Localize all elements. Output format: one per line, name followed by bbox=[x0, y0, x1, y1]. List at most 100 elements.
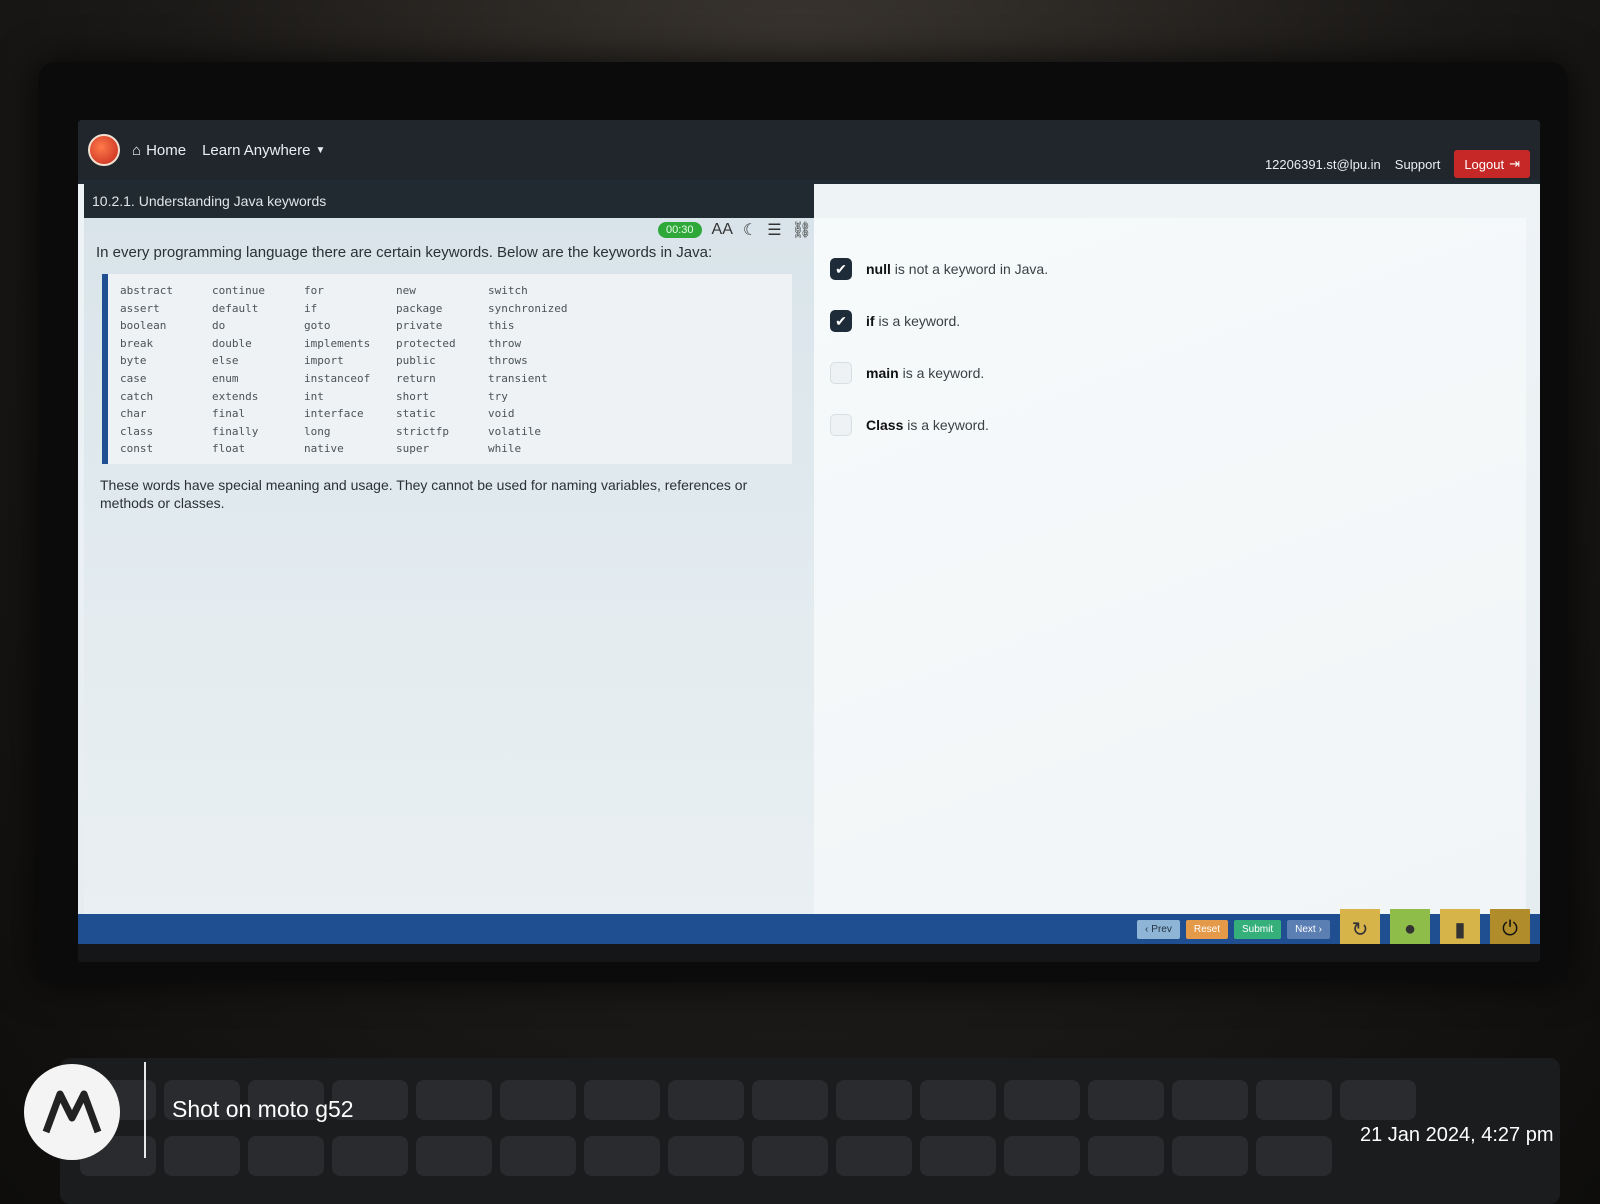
java-keyword: goto bbox=[304, 319, 331, 333]
java-keyword: continue bbox=[212, 284, 265, 297]
lesson-toolbar: 00:30 AA ☾ ☰ ⛓ bbox=[658, 220, 812, 240]
checkbox-unchecked-icon[interactable] bbox=[830, 362, 852, 384]
status-icon[interactable]: ● bbox=[1390, 909, 1430, 949]
java-keyword: this bbox=[488, 319, 515, 333]
keyboard-key bbox=[668, 1136, 744, 1176]
timer-badge: 00:30 bbox=[658, 222, 702, 238]
lpu-logo bbox=[88, 134, 120, 166]
java-keyword: enum bbox=[212, 371, 239, 385]
user-email-dropdown[interactable]: 12206391.st@lpu.in bbox=[1265, 157, 1381, 172]
java-keyword: break bbox=[120, 336, 154, 350]
java-keyword: finally bbox=[212, 424, 259, 438]
java-keyword: synchronized bbox=[488, 301, 568, 315]
indicator-icon[interactable]: ▮ bbox=[1440, 909, 1480, 949]
lesson-page: In every programming language there are … bbox=[78, 150, 1540, 914]
lesson-intro: In every programming language there are … bbox=[96, 244, 713, 261]
dark-mode-moon-icon[interactable]: ☾ bbox=[743, 220, 757, 240]
java-keyword: do bbox=[212, 319, 226, 333]
link-icon[interactable]: ⛓ bbox=[792, 220, 812, 240]
java-keyword: class bbox=[120, 424, 154, 438]
java-keyword: catch bbox=[120, 389, 154, 403]
java-keyword: for bbox=[304, 284, 324, 297]
refresh-icon[interactable]: ↻ bbox=[1340, 909, 1380, 949]
learn-anywhere-dropdown[interactable]: Learn Anywhere ▼ bbox=[202, 142, 325, 159]
keyboard-key bbox=[1256, 1080, 1332, 1120]
checkbox-unchecked-icon[interactable] bbox=[830, 414, 852, 436]
java-keyword: return bbox=[396, 371, 436, 385]
java-keyword: boolean bbox=[120, 319, 167, 333]
font-size-icon[interactable]: AA bbox=[712, 221, 733, 239]
java-keyword: static bbox=[396, 407, 436, 421]
learn-anywhere-label: Learn Anywhere bbox=[202, 141, 311, 159]
keyboard-key bbox=[752, 1080, 828, 1120]
home-icon: ⌂ bbox=[132, 141, 142, 159]
java-keyword: native bbox=[304, 442, 344, 456]
checkbox-checked-icon[interactable]: ✔ bbox=[830, 310, 852, 332]
keyword-column: switch synchronized this throw throws transie… bbox=[488, 282, 570, 464]
java-keyword: else bbox=[212, 354, 239, 368]
lesson-title: 10.2.1. Understanding Java keywords bbox=[92, 193, 327, 209]
option-main[interactable]: main is a keyword. bbox=[830, 362, 984, 384]
option-null[interactable]: ✔ null is not a keyword in Java. bbox=[830, 258, 1048, 280]
watermark-divider bbox=[144, 1062, 146, 1158]
java-keyword: new bbox=[396, 284, 416, 297]
keywords-code-block: abstract assert boolean break byte case catch c… bbox=[102, 274, 792, 464]
keyword-column: continue default do double else enum extends fi… bbox=[212, 282, 294, 464]
java-keyword: volatile bbox=[488, 424, 541, 438]
keyboard-key bbox=[416, 1080, 492, 1120]
keyboard-key bbox=[584, 1136, 660, 1176]
shot-on-label: Shot on moto g52 bbox=[172, 1096, 354, 1122]
keyboard-key bbox=[836, 1080, 912, 1120]
option-if[interactable]: ✔ if is a keyword. bbox=[830, 310, 960, 332]
keyboard-key bbox=[1004, 1080, 1080, 1120]
home-link[interactable]: ⌂ Home bbox=[132, 142, 186, 159]
java-keyword: private bbox=[396, 319, 443, 333]
keyword-column: for if goto implements import instanceof int in… bbox=[304, 282, 386, 464]
java-keyword: transient bbox=[488, 371, 548, 385]
java-keyword: long bbox=[304, 424, 331, 438]
java-keyword: switch bbox=[488, 284, 528, 297]
option-class[interactable]: Class is a keyword. bbox=[830, 414, 989, 436]
keyword-column: abstract assert boolean break byte case catch c… bbox=[120, 282, 202, 464]
logout-icon: ⇥ bbox=[1509, 156, 1520, 171]
java-keyword: public bbox=[396, 354, 436, 368]
java-keyword: double bbox=[212, 336, 252, 350]
keyboard-key bbox=[248, 1136, 324, 1176]
prev-button[interactable]: ‹ Prev bbox=[1136, 919, 1180, 939]
keyboard-key bbox=[836, 1136, 912, 1176]
lesson-outro: These words have special meaning and usa… bbox=[100, 477, 748, 511]
lesson-content-panel: In every programming language there are … bbox=[84, 218, 814, 914]
reset-button[interactable]: Reset bbox=[1185, 919, 1228, 939]
lesson-title-bar: 10.2.1. Understanding Java keywords bbox=[84, 184, 814, 218]
java-keyword: const bbox=[120, 442, 154, 456]
keyboard-key bbox=[1256, 1136, 1332, 1176]
java-keyword: strictfp bbox=[396, 424, 449, 438]
java-keyword: super bbox=[396, 442, 430, 456]
logout-button[interactable]: Logout ⇥ bbox=[1454, 150, 1530, 178]
java-keyword: case bbox=[120, 371, 147, 385]
java-keyword: throw bbox=[488, 336, 522, 350]
java-keyword: interface bbox=[304, 407, 364, 421]
keyboard-key bbox=[1004, 1136, 1080, 1176]
java-keyword: instanceof bbox=[304, 371, 371, 385]
motorola-logo-icon bbox=[24, 1064, 120, 1160]
keyboard-key bbox=[1088, 1080, 1164, 1120]
java-keyword: implements bbox=[304, 336, 371, 350]
layout-toggle-icon[interactable]: ☰ bbox=[767, 220, 781, 240]
keyboard-key bbox=[164, 1136, 240, 1176]
screen-bottom-edge bbox=[78, 944, 1540, 962]
java-keyword: abstract bbox=[120, 284, 173, 297]
keyboard-key bbox=[416, 1136, 492, 1176]
java-keyword: void bbox=[488, 407, 515, 421]
support-link[interactable]: Support bbox=[1395, 157, 1441, 172]
power-icon[interactable]: ⏻ bbox=[1490, 909, 1530, 949]
java-keyword: if bbox=[304, 301, 318, 315]
java-keyword: int bbox=[304, 389, 324, 403]
laptop-keyboard bbox=[60, 1058, 1560, 1204]
keyboard-key bbox=[752, 1136, 828, 1176]
keyboard-key bbox=[920, 1080, 996, 1120]
submit-button[interactable]: Submit bbox=[1233, 919, 1282, 939]
next-button[interactable]: Next › bbox=[1287, 919, 1330, 939]
keyboard-key bbox=[1172, 1136, 1248, 1176]
checkbox-checked-icon[interactable]: ✔ bbox=[830, 258, 852, 280]
